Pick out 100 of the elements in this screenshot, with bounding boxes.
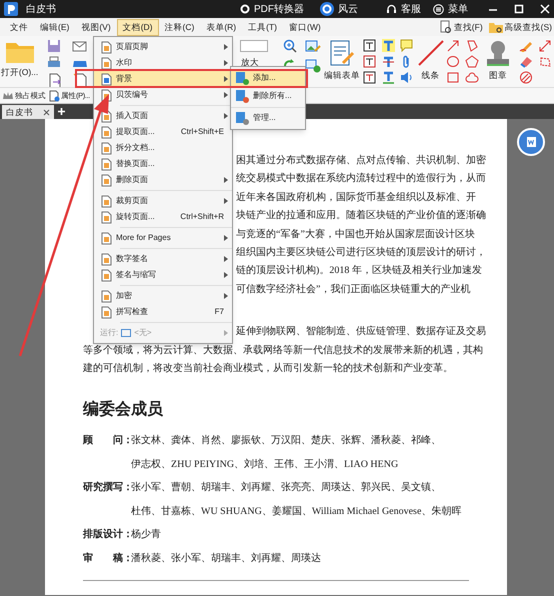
rectangle-icon[interactable] (446, 71, 460, 84)
new-tab-icon[interactable] (57, 107, 66, 116)
image-edit-icon[interactable] (305, 39, 322, 53)
page-icon[interactable] (100, 174, 112, 186)
submenu-arrow-icon[interactable] (224, 113, 228, 119)
page-icon[interactable] (100, 40, 112, 54)
cloud-icon[interactable] (465, 71, 480, 84)
close-icon[interactable] (540, 4, 550, 14)
speaker-icon[interactable] (400, 71, 413, 84)
menu-entry[interactable]: 页眉页脚 (94, 39, 232, 55)
eraser-icon[interactable] (518, 55, 533, 68)
envelope-icon[interactable] (72, 39, 88, 53)
maximize-icon[interactable] (514, 4, 524, 14)
word-document-icon[interactable] (524, 136, 536, 148)
submenu-arrow-icon[interactable] (224, 235, 228, 241)
headset-icon[interactable] (386, 4, 397, 14)
polyline-icon[interactable] (465, 39, 480, 52)
converter-link[interactable]: PDF转换器 (254, 2, 304, 16)
page-icon[interactable] (100, 126, 112, 138)
submenu-arrow-icon[interactable] (224, 256, 228, 262)
menu-entry[interactable]: 删除页面 (94, 172, 232, 188)
menu-item[interactable]: 工具(T) (242, 18, 283, 36)
page-icon[interactable] (100, 194, 112, 208)
menu-item[interactable]: 文档(D) (116, 18, 158, 36)
submenu-arrow-icon[interactable] (224, 177, 228, 183)
ring-logo-icon[interactable] (240, 4, 250, 14)
background-icon[interactable] (235, 111, 249, 125)
lines-button[interactable]: 线条 (422, 69, 440, 82)
menu-item[interactable]: 编辑(E) (34, 18, 76, 36)
page-icon[interactable] (100, 306, 112, 318)
submenu-arrow-icon[interactable] (224, 198, 228, 204)
stamp-icon[interactable] (485, 39, 512, 67)
convert-to-word-button[interactable] (516, 128, 544, 156)
page-icon[interactable] (100, 268, 112, 282)
find-button[interactable]: 查找(F) (454, 20, 483, 34)
area-icon[interactable] (538, 55, 552, 68)
pencil-icon[interactable] (518, 39, 533, 52)
underline-icon[interactable] (382, 71, 395, 84)
folder-search-icon[interactable] (488, 21, 503, 33)
menu-entry[interactable]: 拼写检查 F7 (94, 304, 232, 320)
menu-entry[interactable]: More for Pages (94, 230, 232, 246)
page-icon[interactable] (100, 290, 112, 302)
find-icon[interactable] (440, 20, 452, 34)
text-field-icon[interactable] (363, 55, 376, 68)
page-icon[interactable] (100, 56, 112, 70)
tab-close-icon[interactable] (43, 108, 50, 116)
page-icon[interactable] (100, 142, 112, 154)
brand-logo-icon[interactable] (320, 2, 334, 16)
open-button[interactable]: 打开(O)... (0, 66, 38, 79)
submenu-arrow-icon[interactable] (224, 44, 228, 50)
printer-icon[interactable] (46, 56, 61, 70)
image-add-icon[interactable] (305, 59, 322, 73)
document-arrow-icon[interactable] (46, 73, 61, 87)
form-edit-icon[interactable] (329, 39, 356, 67)
zoom-in-button[interactable]: 放大 (240, 56, 278, 69)
arrow-icon[interactable] (446, 39, 460, 52)
submenu-arrow-icon[interactable] (224, 60, 228, 66)
main-menu-link[interactable]: 菜单 (448, 2, 468, 16)
menu-entry[interactable]: 背景 (94, 71, 232, 87)
menu-entry[interactable]: 裁剪页面 (94, 193, 232, 209)
support-link[interactable]: 客服 (401, 2, 421, 16)
menu-item[interactable]: 表单(R) (200, 18, 242, 36)
page-icon[interactable] (100, 158, 112, 170)
text-field-icon[interactable] (363, 39, 376, 52)
oval-icon[interactable] (446, 55, 460, 68)
menu-item[interactable]: 注释(C) (158, 18, 200, 36)
page-icon[interactable] (100, 232, 112, 244)
strikeout-icon[interactable] (382, 55, 395, 68)
save-icon[interactable] (46, 39, 61, 53)
menu-entry[interactable]: 旋转页面... Ctrl+Shift+R (94, 209, 232, 225)
submenu-arrow-icon[interactable] (224, 76, 228, 82)
edit-form-button[interactable]: 编辑表单 (324, 69, 360, 82)
advanced-find-button[interactable]: 高级查找(S) (504, 20, 552, 34)
page-icon[interactable] (100, 252, 112, 266)
page-icon[interactable] (100, 72, 112, 86)
hatch-icon[interactable] (518, 71, 533, 84)
menu-icon[interactable] (433, 4, 444, 14)
menu-entry[interactable]: 签名与缩写 (94, 267, 232, 283)
brand-link[interactable]: 风云 (338, 2, 358, 16)
measure-icon[interactable] (538, 39, 552, 52)
zoom-in-icon[interactable] (282, 39, 297, 53)
crown-icon[interactable] (2, 90, 14, 101)
submenu-entry[interactable]: 删除所有... (231, 87, 305, 105)
menu-entry[interactable]: 提取页面... Ctrl+Shift+E (94, 124, 232, 140)
document-tab[interactable]: 白皮书 (2, 105, 54, 119)
menu-entry[interactable]: 加密 (94, 288, 232, 304)
zoom-dropdown[interactable] (240, 40, 268, 52)
text-field-icon[interactable] (363, 71, 376, 84)
menu-item[interactable]: 文件 (4, 18, 34, 36)
submenu-arrow-icon[interactable] (224, 92, 228, 98)
menu-item[interactable]: 窗口(W) (282, 18, 327, 36)
menu-entry[interactable]: 拆分文档... (94, 140, 232, 156)
menu-entry[interactable]: 水印 (94, 55, 232, 71)
menu-entry[interactable]: 数字签名 (94, 251, 232, 267)
submenu-entry[interactable]: 管理... (231, 109, 305, 127)
submenu-arrow-icon[interactable] (224, 293, 228, 299)
stamp-button[interactable]: 图章 (489, 69, 508, 82)
note-icon[interactable] (400, 39, 413, 52)
page-icon[interactable] (100, 210, 112, 224)
pentagon-icon[interactable] (465, 55, 480, 68)
